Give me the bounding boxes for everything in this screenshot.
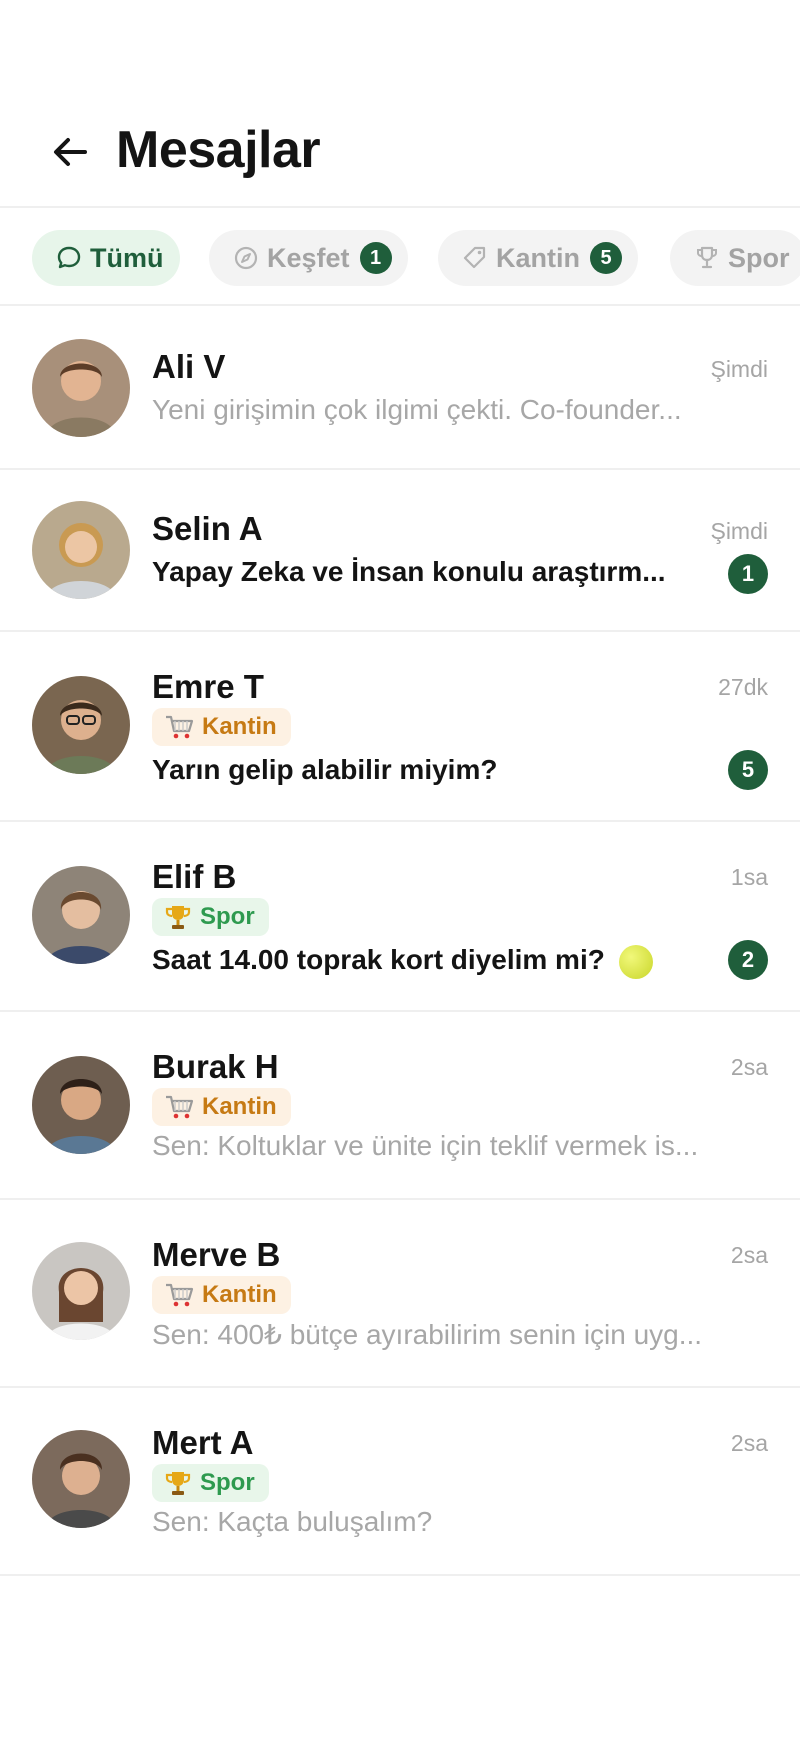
conversation-item-emre[interactable]: Emre T 27dk Kantin Yarın gelip alabilir …	[0, 632, 800, 822]
contact-name: Emre T	[152, 668, 264, 705]
category-tag-spor: Spor	[152, 1464, 269, 1502]
filter-chip-kesfet[interactable]: Keşfet 1	[209, 230, 408, 286]
filter-chip-label: Keşfet	[267, 242, 350, 273]
trophy-icon	[164, 903, 192, 931]
filter-chip-label: Spor	[728, 242, 790, 273]
filter-count-badge: 5	[590, 242, 622, 274]
message-preview: Saat 14.00 toprak kort diyelim mi?	[152, 944, 712, 979]
trophy-icon	[164, 1469, 192, 1497]
tag-label: Kantin	[202, 1281, 277, 1308]
contact-name: Burak H	[152, 1048, 279, 1085]
message-preview: Yapay Zeka ve İnsan konulu araştırm...	[152, 556, 666, 587]
filter-bar: Tümü Keşfet 1 Kantin 5 Spor	[0, 210, 800, 306]
message-preview: Sen: 400₺ bütçe ayırabilirim senin için …	[152, 1319, 703, 1350]
timestamp: 1sa	[730, 864, 768, 890]
timestamp: 2sa	[730, 1054, 768, 1080]
timestamp: Şimdi	[710, 356, 768, 382]
filter-chip-label: Tümü	[90, 242, 164, 273]
message-preview: Sen: Koltuklar ve ünite için teklif verm…	[152, 1130, 699, 1161]
avatar	[32, 501, 130, 599]
contact-name: Merve B	[152, 1236, 281, 1273]
tag-icon	[463, 246, 486, 269]
unread-count-badge: 2	[728, 940, 768, 980]
filter-chip-all[interactable]: Tümü	[32, 230, 180, 286]
category-tag-kantin: Kantin	[152, 708, 291, 746]
shopping-cart-icon	[164, 714, 194, 740]
arrow-left-icon	[54, 138, 87, 166]
message-preview: Yeni girişimin çok ilgimi çekti. Co-foun…	[152, 394, 682, 425]
avatar	[32, 1242, 130, 1340]
shopping-cart-icon	[164, 1094, 194, 1120]
avatar	[32, 1056, 130, 1154]
trophy-icon	[697, 246, 717, 269]
conversation-item-mert[interactable]: Mert A 2sa Spor Sen: Kaçta buluşalım?	[0, 1388, 800, 1576]
timestamp: 27dk	[718, 674, 768, 700]
conversation-item-burak[interactable]: Burak H 2sa Kantin Sen: Koltuklar ve üni…	[0, 1012, 800, 1200]
tag-label: Spor	[200, 903, 255, 930]
filter-chip-label: Kantin	[496, 242, 580, 273]
category-tag-kantin: Kantin	[152, 1276, 291, 1314]
timestamp: Şimdi	[710, 518, 768, 544]
unread-count-badge: 5	[728, 750, 768, 790]
header: Mesajlar	[0, 0, 800, 208]
conversation-item-elif[interactable]: Elif B 1sa Spor Saat 14.00 toprak kort d…	[0, 822, 800, 1012]
avatar	[32, 866, 130, 964]
filter-chip-spor[interactable]: Spor	[670, 230, 800, 286]
chat-bubble-icon	[57, 246, 81, 269]
tag-label: Spor	[200, 1469, 255, 1496]
category-tag-spor: Spor	[152, 898, 269, 936]
message-preview: Sen: Kaçta buluşalım?	[152, 1506, 433, 1537]
filter-chip-kantin[interactable]: Kantin 5	[438, 230, 638, 286]
contact-name: Mert A	[152, 1424, 254, 1461]
unread-count-badge: 1	[728, 554, 768, 594]
compass-icon	[234, 246, 258, 270]
message-preview: Yarın gelip alabilir miyim?	[152, 754, 498, 785]
conversation-item-selin[interactable]: Selin A Şimdi Yapay Zeka ve İnsan konulu…	[0, 470, 800, 632]
conversation-item-ali[interactable]: Ali V Şimdi Yeni girişimin çok ilgimi çe…	[0, 308, 800, 470]
filter-count-badge: 1	[359, 242, 392, 274]
avatar	[32, 1430, 130, 1528]
tag-label: Kantin	[202, 713, 277, 740]
timestamp: 2sa	[730, 1242, 768, 1268]
contact-name: Selin A	[152, 510, 263, 547]
avatar	[32, 676, 130, 774]
back-button[interactable]	[50, 132, 90, 172]
page-title: Mesajlar	[116, 121, 321, 179]
message-preview-text: Saat 14.00 toprak kort diyelim mi?	[152, 944, 605, 975]
category-tag-kantin: Kantin	[152, 1088, 291, 1126]
contact-name: Ali V	[152, 348, 226, 385]
avatar	[32, 339, 130, 437]
tennis-ball-icon	[618, 944, 653, 979]
tag-label: Kantin	[202, 1093, 277, 1120]
timestamp: 2sa	[730, 1430, 768, 1456]
shopping-cart-icon	[164, 1282, 194, 1308]
contact-name: Elif B	[152, 858, 237, 895]
conversation-item-merve[interactable]: Merve B 2sa Kantin Sen: 400₺ bütçe ayıra…	[0, 1200, 800, 1388]
